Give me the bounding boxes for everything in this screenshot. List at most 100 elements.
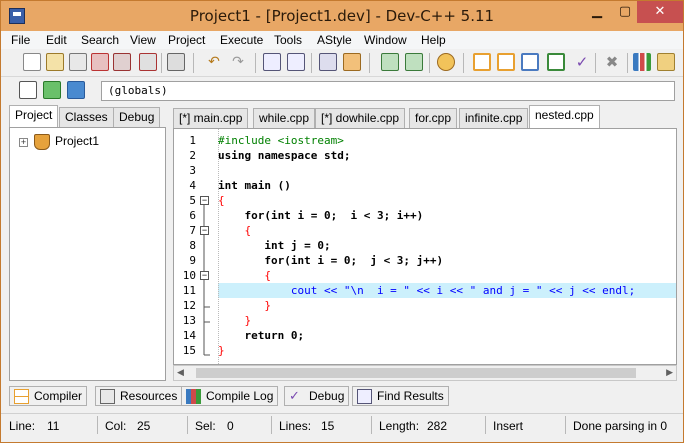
status-bar: Line: 11 Col: 25 Sel: 0 Lines: 15 Length… [1, 413, 683, 437]
compile-icon[interactable] [473, 53, 491, 71]
debug-icon[interactable] [657, 53, 675, 71]
print-icon[interactable] [167, 53, 185, 71]
toggle-bookmark-icon[interactable] [43, 81, 61, 99]
tab-debug[interactable]: Debug [113, 107, 161, 127]
menu-view[interactable]: View [130, 33, 156, 47]
menu-edit[interactable]: Edit [46, 33, 67, 47]
status-separator [485, 416, 486, 434]
menu-project[interactable]: Project [168, 33, 205, 47]
menu-window[interactable]: Window [364, 33, 407, 47]
project-icon [34, 134, 50, 150]
fold-minus-icon[interactable]: − [200, 196, 209, 205]
goto-bookmark-icon[interactable] [67, 81, 85, 99]
line-number: 9 [189, 254, 196, 267]
scroll-left-icon[interactable]: ◀ [177, 367, 184, 378]
menu-search[interactable]: Search [81, 33, 119, 47]
tab-infinite-cpp[interactable]: infinite.cpp [459, 108, 529, 128]
status-lines-value: 15 [321, 419, 335, 433]
fold-minus-icon[interactable]: − [200, 271, 209, 280]
save-all-icon[interactable] [91, 53, 109, 71]
tab-classes[interactable]: Classes [59, 107, 114, 127]
menu-astyle[interactable]: AStyle [317, 33, 352, 47]
remove-project-icon[interactable] [405, 53, 423, 71]
tab-while-cpp[interactable]: while.cpp [253, 108, 316, 128]
status-separator [187, 416, 188, 434]
status-length-value: 282 [427, 419, 448, 433]
tab-nested-cpp[interactable]: nested.cpp [529, 105, 600, 128]
tab-dowhile-cpp[interactable]: [*] dowhile.cpp [315, 108, 406, 128]
scope-select[interactable]: (globals) [101, 81, 675, 101]
project-tree-root[interactable]: Project1 [55, 134, 99, 148]
undo-icon[interactable]: ↶ [205, 53, 223, 71]
status-col-value: 25 [137, 419, 151, 433]
code-editor[interactable]: 1 2 3 4 5 6 7 8 9 10 11 12 13 14 15 − − [173, 128, 677, 365]
fold-minus-icon[interactable]: − [200, 226, 209, 235]
line-number: 3 [189, 164, 196, 177]
menu-help[interactable]: Help [421, 33, 446, 47]
profile-icon[interactable] [633, 53, 651, 71]
redo-icon[interactable]: ↷ [229, 53, 247, 71]
replace-icon[interactable] [287, 53, 305, 71]
close-button[interactable]: ✕ [637, 1, 683, 23]
menu-file[interactable]: File [11, 33, 30, 47]
toolbar-separator [255, 53, 256, 73]
open-file-icon[interactable] [46, 53, 64, 71]
scroll-right-icon[interactable]: ▶ [666, 367, 673, 378]
save-icon[interactable] [69, 53, 87, 71]
code-line: } [218, 344, 225, 357]
tab-for-cpp[interactable]: for.cpp [409, 108, 458, 128]
code-line: { [218, 269, 271, 282]
code-line: #include <iostream> [218, 134, 344, 147]
expand-icon[interactable]: + [19, 138, 28, 147]
tab-resources[interactable]: Resources [95, 386, 183, 406]
project-options-icon[interactable] [437, 53, 455, 71]
line-number: 4 [189, 179, 196, 192]
title-bar[interactable]: Project1 - [Project1.dev] - Dev-C++ 5.11… [1, 1, 683, 31]
tab-debug-bottom[interactable]: ✓ Debug [284, 386, 350, 406]
menu-tools[interactable]: Tools [274, 33, 302, 47]
compile-run-icon[interactable] [521, 53, 539, 71]
new-file-icon[interactable] [23, 53, 41, 71]
fold-lines [203, 203, 210, 356]
minimize-button[interactable]: ▁ [583, 1, 611, 23]
insert-icon[interactable] [19, 81, 37, 99]
syntax-check-icon[interactable]: ✓ [573, 53, 591, 71]
rebuild-icon[interactable] [547, 53, 565, 71]
status-separator [97, 416, 98, 434]
code-line: } [218, 299, 271, 312]
tab-main-cpp[interactable]: [*] main.cpp [173, 108, 249, 128]
code-line: } [218, 314, 252, 327]
line-number: 12 [182, 299, 196, 312]
line-number: 2 [189, 149, 196, 162]
tab-compiler[interactable]: Compiler [9, 386, 88, 406]
toolbar-separator [595, 53, 596, 73]
status-sel-value: 0 [227, 419, 234, 433]
close-all-icon[interactable] [139, 53, 157, 71]
tab-find-results-label: Find Results [377, 389, 444, 403]
menu-bar: File Edit Search View Project Execute To… [1, 31, 683, 49]
toolbar-separator [463, 53, 464, 73]
toolbar-separator [369, 53, 370, 73]
close-file-icon[interactable] [113, 53, 131, 71]
stop-icon[interactable]: ✖ [603, 53, 621, 71]
project-tree: + Project1 [9, 127, 166, 381]
code-line: { [218, 194, 225, 207]
goto-line-icon[interactable] [343, 53, 361, 71]
code-line: int j = 0; [218, 239, 331, 252]
fold-margin: − − − [198, 129, 214, 364]
maximize-button[interactable]: ▢ [611, 1, 639, 23]
find-icon[interactable] [263, 53, 281, 71]
find-next-icon[interactable] [319, 53, 337, 71]
new-project-icon[interactable] [381, 53, 399, 71]
scrollbar-thumb[interactable] [196, 368, 636, 378]
menu-execute[interactable]: Execute [220, 33, 263, 47]
horizontal-scrollbar[interactable]: ◀ ▶ [173, 365, 677, 381]
tab-compile-log[interactable]: Compile Log [181, 386, 279, 406]
line-number: 10 [182, 269, 196, 282]
run-icon[interactable] [497, 53, 515, 71]
tab-project[interactable]: Project [9, 105, 59, 127]
code-line: cout << "\n i = " << i << " and j = " <<… [218, 284, 636, 297]
status-separator [371, 416, 372, 434]
window-title: Project1 - [Project1.dev] - Dev-C++ 5.11 [189, 7, 495, 25]
tab-find-results[interactable]: Find Results [352, 386, 449, 406]
